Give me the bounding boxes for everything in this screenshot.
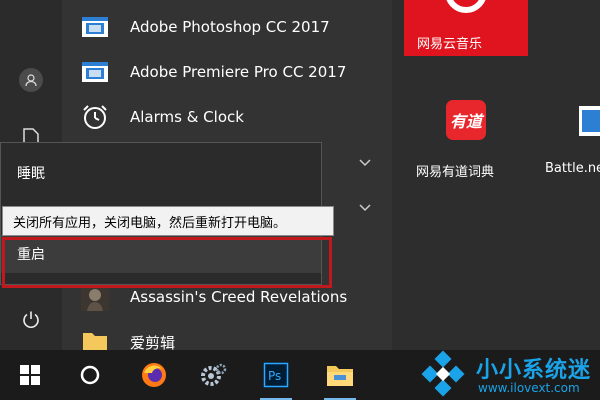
highlight-frame <box>2 237 332 288</box>
chevron-down-icon[interactable] <box>358 155 372 169</box>
firefox-icon <box>142 363 166 387</box>
watermark-logo-icon <box>421 350 465 397</box>
cortana-icon <box>80 365 100 385</box>
svg-text:Ps: Ps <box>268 369 281 383</box>
tile-label: Battle.ne <box>545 161 600 176</box>
tile-music[interactable]: 网易云音乐 <box>404 0 528 56</box>
chevron-down-icon[interactable] <box>358 200 372 214</box>
gear-icon <box>201 363 227 386</box>
start-button[interactable] <box>6 350 54 400</box>
tile-label: 网易云音乐 <box>417 37 483 52</box>
app-label: Adobe Premiere Pro CC 2017 <box>130 63 347 81</box>
watermark-title: 小小系统迷 <box>476 358 592 383</box>
app-item-alarms-clock[interactable]: Alarms & Clock <box>80 99 244 135</box>
app-label: Alarms & Clock <box>130 108 244 126</box>
youdao-logo-icon: 有道 <box>446 100 486 140</box>
tile-battle-net[interactable]: Battle.ne <box>535 84 600 188</box>
app-item-premiere[interactable]: Adobe Premiere Pro CC 2017 <box>80 54 346 90</box>
windows-icon <box>20 365 40 385</box>
tile-label: 网易有道词典 <box>416 165 495 180</box>
watermark-url: www.ilovext.com <box>478 381 580 395</box>
app-window-icon <box>579 106 600 136</box>
tile-youdao[interactable]: 有道 网易有道词典 <box>404 84 528 188</box>
app-item-photoshop[interactable]: Adobe Photoshop CC 2017 <box>80 9 330 45</box>
app-window-icon <box>80 57 110 87</box>
account-button[interactable] <box>0 56 62 104</box>
menu-item-label: 睡眠 <box>17 166 45 182</box>
sleep-menu-item[interactable]: 睡眠 <box>1 153 321 193</box>
app-window-icon <box>80 12 110 42</box>
power-icon <box>23 311 39 328</box>
alarm-clock-icon <box>80 102 110 132</box>
taskbar-file-explorer[interactable] <box>316 350 364 400</box>
site-watermark: 小小系统迷 www.ilovext.com <box>410 350 600 400</box>
power-button[interactable] <box>0 296 62 344</box>
photoshop-icon: Ps <box>263 362 289 388</box>
restart-tooltip: 关闭所有应用，关闭电脑，然后重新打开电脑。 <box>2 206 334 236</box>
taskbar-firefox[interactable] <box>130 350 178 400</box>
taskbar-settings[interactable] <box>190 350 238 400</box>
app-label: Adobe Photoshop CC 2017 <box>130 18 330 36</box>
taskbar-photoshop[interactable]: Ps <box>252 350 300 400</box>
folder-icon <box>327 366 353 386</box>
music-logo-icon <box>446 0 486 13</box>
app-label: Assassin's Creed Revelations <box>130 288 348 306</box>
cortana-button[interactable] <box>66 350 114 400</box>
user-icon <box>19 68 43 92</box>
tile-area: 网易云音乐 有道 网易有道词典 Battle.ne <box>392 0 600 350</box>
